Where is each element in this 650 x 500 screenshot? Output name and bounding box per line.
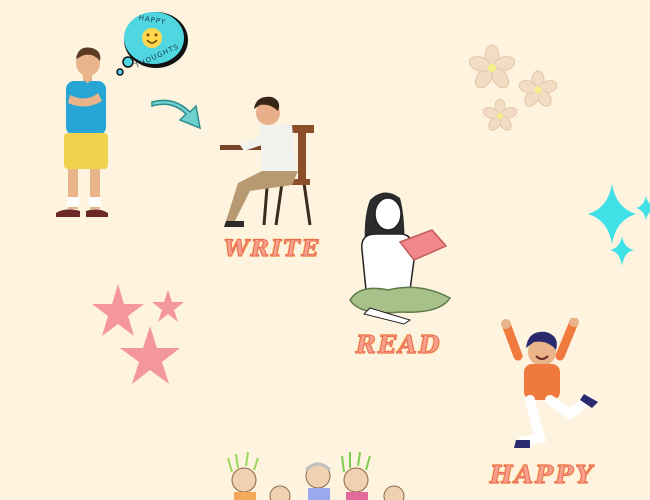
- pink-stars-decoration: [92, 284, 184, 384]
- flowers-decoration: [468, 44, 558, 131]
- write-label: WRITE: [223, 236, 321, 263]
- curved-arrow-icon: [151, 99, 201, 130]
- reading-girl-illustration: [349, 192, 452, 325]
- read-label: READ: [356, 330, 442, 360]
- writing-boy-illustration: [220, 96, 314, 227]
- happy-boy-illustration: [501, 318, 598, 448]
- thought-bubble: HAPPY THOUGHTS: [116, 12, 188, 76]
- smiley-face-icon: [142, 28, 162, 48]
- kids-group-illustration: [227, 451, 405, 500]
- collage-canvas: HAPPY THOUGHTS WRITE READ HAPPY: [0, 0, 650, 500]
- happy-label: HAPPY: [490, 460, 595, 490]
- sparkle-stars-cyan: [588, 184, 650, 266]
